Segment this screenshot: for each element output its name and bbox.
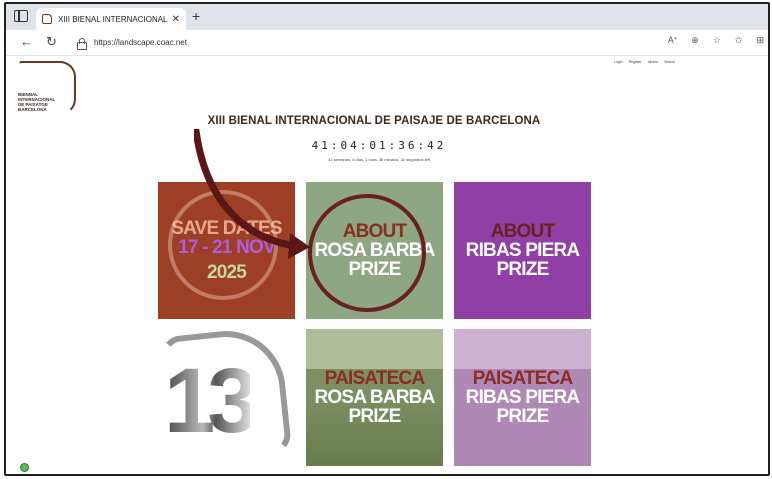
status-indicator-icon[interactable] <box>20 463 29 472</box>
tile-photo-sky <box>306 329 443 369</box>
read-aloud-icon[interactable]: Aᐩ <box>668 35 678 46</box>
tile-line: ROSA BARBA <box>314 387 435 408</box>
tab-actions-icon[interactable] <box>14 10 28 22</box>
tab-title: XIII BIENAL INTERNACIONAL DE <box>58 14 168 24</box>
logo-text: BIENNAL INTERNACIONAL DE PAISATGE BARCEL… <box>18 92 78 112</box>
horizontal-scrollbar[interactable] <box>18 475 758 476</box>
about-ribas-piera-tile[interactable]: ABOUT RIBAS PIERA PRIZE <box>454 182 591 319</box>
back-icon[interactable]: ← <box>20 34 33 50</box>
scrollbar-thumb[interactable] <box>18 475 358 476</box>
tab-strip: XIII BIENAL INTERNACIONAL DE ✕ + <box>6 4 768 30</box>
tile-photo-sky <box>454 329 591 369</box>
favorite-add-icon[interactable]: ☆ <box>713 35 721 46</box>
collections-icon[interactable]: ⊞ <box>756 35 764 46</box>
logo-line: BARCELONA <box>18 107 47 112</box>
about-rosa-barba-tile[interactable]: ABOUT ROSA BARBA PRIZE <box>306 182 443 319</box>
address-bar[interactable]: https://landscape.coac.net <box>70 33 750 52</box>
top-links: Login Register Idioma Search <box>614 60 675 64</box>
tile-line: RIBAS PIERA <box>465 387 580 408</box>
tile-line: ABOUT <box>490 221 555 242</box>
address-toolbar: ← ↻ https://landscape.coac.net Aᐩ ⊕ ☆ ✩ … <box>6 30 768 56</box>
edition-number: 13 <box>164 350 258 452</box>
tab-active[interactable]: XIII BIENAL INTERNACIONAL DE ✕ <box>36 8 186 30</box>
language-link[interactable]: Idioma <box>648 60 659 64</box>
tile-line: PRIZE <box>496 406 550 427</box>
tile-line: PAISATECA <box>324 368 426 389</box>
countdown: 41:04:01:36:42 <box>311 139 447 152</box>
new-tab-icon[interactable]: + <box>192 9 200 23</box>
browser-window: XIII BIENAL INTERNACIONAL DE ✕ + ← ↻ htt… <box>4 2 770 476</box>
annotation-arrow-icon <box>194 129 310 259</box>
favorites-icon[interactable]: ✩ <box>735 35 743 46</box>
web-page: BIENNAL INTERNACIONAL DE PAISATGE BARCEL… <box>6 57 768 476</box>
refresh-icon[interactable]: ↻ <box>46 34 57 50</box>
login-link[interactable]: Login <box>614 60 623 64</box>
lock-icon[interactable] <box>76 37 87 50</box>
close-icon[interactable]: ✕ <box>172 14 180 25</box>
favicon-icon <box>42 14 52 24</box>
toolbar-right: Aᐩ ⊕ ☆ ✩ ⊞ <box>668 35 764 46</box>
search-link[interactable]: Search <box>664 60 675 64</box>
highlight-circle <box>308 194 426 312</box>
tile-line: PRIZE <box>348 406 402 427</box>
countdown-subtitle: 41 semanas, 4 días, 1 hora, 36 minutos, … <box>328 157 430 162</box>
paisateca-rosa-barba-tile[interactable]: PAISATECA ROSA BARBA PRIZE <box>306 329 443 466</box>
paisateca-ribas-piera-tile[interactable]: PAISATECA RIBAS PIERA PRIZE <box>454 329 591 466</box>
page-title: XIII BIENAL INTERNACIONAL DE PAISAJE DE … <box>207 115 541 127</box>
site-logo[interactable]: BIENNAL INTERNACIONAL DE PAISATGE BARCEL… <box>18 61 78 117</box>
tile-line: PRIZE <box>496 259 550 280</box>
zoom-icon[interactable]: ⊕ <box>691 35 699 46</box>
url-text: https://landscape.coac.net <box>94 38 187 47</box>
tile-line: RIBAS PIERA <box>465 240 580 261</box>
register-link[interactable]: Register <box>629 60 642 64</box>
tile-line: PAISATECA <box>472 368 574 389</box>
edition-13-tile[interactable]: 13 <box>158 329 295 466</box>
